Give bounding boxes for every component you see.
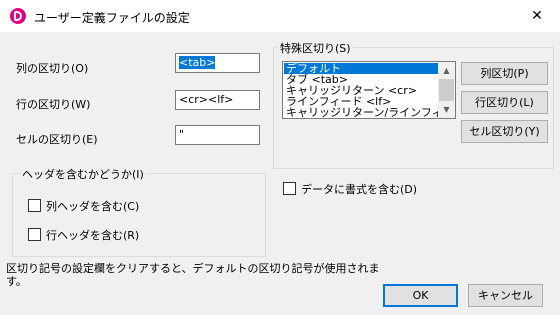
- list-item-lf[interactable]: ラインフィード <lf>: [284, 96, 439, 107]
- title-bar: ユーザー定義ファイルの設定 ✕: [0, 0, 560, 32]
- row-header-label: 行ヘッダを含む(R): [46, 229, 140, 242]
- row-delimiter-label: 行の区切り(W): [16, 98, 91, 111]
- app-icon: [10, 8, 26, 24]
- column-header-checkbox[interactable]: [28, 199, 41, 212]
- window-title: ユーザー定義ファイルの設定: [34, 11, 190, 25]
- list-item-crlf[interactable]: キャリッジリターン/ラインフィード <cr><lf>: [284, 107, 439, 118]
- cell-delimiter-label: セルの区切り(E): [16, 133, 98, 146]
- header-group: [12, 173, 266, 257]
- cell-delimiter-value: ": [179, 128, 185, 141]
- row-header-checkbox-row[interactable]: 行ヘッダを含む(R): [28, 227, 139, 243]
- column-delimiter-label: 列の区切り(O): [16, 62, 89, 75]
- cancel-button[interactable]: キャンセル: [468, 284, 543, 307]
- format-checkbox-row[interactable]: データに書式を含む(D): [283, 181, 417, 197]
- cell-delimiter-button[interactable]: セル区切り(Y): [461, 120, 548, 143]
- column-header-label: 列ヘッダを含む(C): [46, 200, 140, 213]
- format-label: データに書式を含む(D): [301, 183, 418, 196]
- list-scrollbar[interactable]: ▲ ▼: [438, 62, 455, 118]
- ok-button[interactable]: OK: [383, 284, 458, 307]
- row-delimiter-field[interactable]: <cr><lf>: [175, 90, 260, 110]
- close-button[interactable]: ✕: [514, 0, 560, 32]
- column-delimiter-value: <tab>: [179, 56, 216, 69]
- row-delimiter-value: <cr><lf>: [179, 93, 234, 106]
- special-delimiter-title: 特殊区切り(S): [278, 40, 353, 56]
- scroll-up-icon[interactable]: ▲: [438, 62, 455, 79]
- format-checkbox[interactable]: [283, 182, 296, 195]
- list-item-cr[interactable]: キャリッジリターン <cr>: [284, 85, 439, 96]
- column-delimiter-button[interactable]: 列区切(P): [461, 62, 548, 85]
- row-header-checkbox[interactable]: [28, 228, 41, 241]
- list-item-tab[interactable]: タブ <tab>: [284, 74, 439, 85]
- header-group-title: ヘッダを含むかどうか(I): [20, 166, 146, 182]
- close-icon: ✕: [531, 8, 543, 24]
- scroll-thumb[interactable]: [439, 79, 454, 101]
- column-delimiter-field[interactable]: <tab>: [175, 53, 260, 73]
- row-delimiter-button[interactable]: 行区切り(L): [461, 91, 548, 114]
- column-header-checkbox-row[interactable]: 列ヘッダを含む(C): [28, 198, 139, 214]
- scroll-down-icon[interactable]: ▼: [438, 101, 455, 118]
- list-item-default[interactable]: デフォルト: [284, 63, 439, 74]
- cell-delimiter-field[interactable]: ": [175, 125, 260, 145]
- info-message: 区切り記号の設定欄をクリアすると、デフォルトの区切り記号が使用されます。: [6, 262, 380, 288]
- special-delimiter-list[interactable]: デフォルト タブ <tab> キャリッジリターン <cr> ラインフィード <l…: [282, 61, 456, 119]
